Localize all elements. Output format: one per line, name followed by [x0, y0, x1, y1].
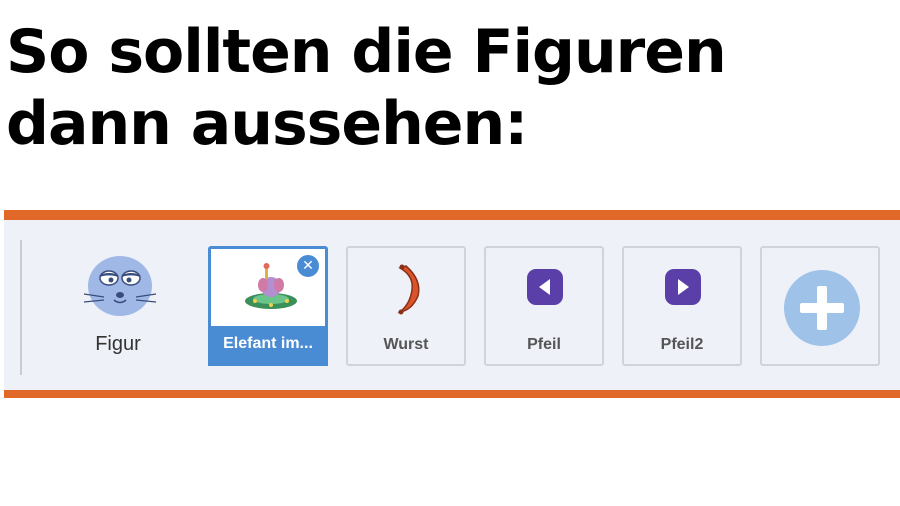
sprite-label: Pfeil	[527, 336, 561, 353]
delete-sprite-button[interactable]: ✕	[295, 253, 321, 279]
add-sprite-button[interactable]	[760, 246, 880, 366]
panel-divider	[20, 240, 22, 375]
top-border	[4, 210, 900, 220]
sprite-tile-pfeil2[interactable]: Pfeil2	[622, 246, 742, 366]
figur-label: Figur	[95, 333, 141, 355]
plus-icon	[784, 270, 860, 346]
sprite-label: Elefant im...	[223, 335, 313, 352]
arrow-right-icon	[665, 269, 701, 305]
bottom-border	[4, 390, 900, 398]
headline: So sollten die Figuren dann aussehen:	[6, 17, 727, 159]
sausage-icon	[397, 264, 420, 315]
sprite-tile-elefant[interactable]: ✕ Elefant im...	[208, 246, 328, 366]
sprite-label: Wurst	[383, 336, 429, 353]
sprite-tile-wurst[interactable]: Wurst	[346, 246, 466, 366]
elephant-ufo-icon	[245, 263, 297, 309]
sprite-tile-pfeil[interactable]: Pfeil	[484, 246, 604, 366]
arrow-left-icon	[527, 269, 563, 305]
cat-face-icon	[83, 256, 157, 316]
sprite-label: Pfeil2	[660, 336, 704, 353]
